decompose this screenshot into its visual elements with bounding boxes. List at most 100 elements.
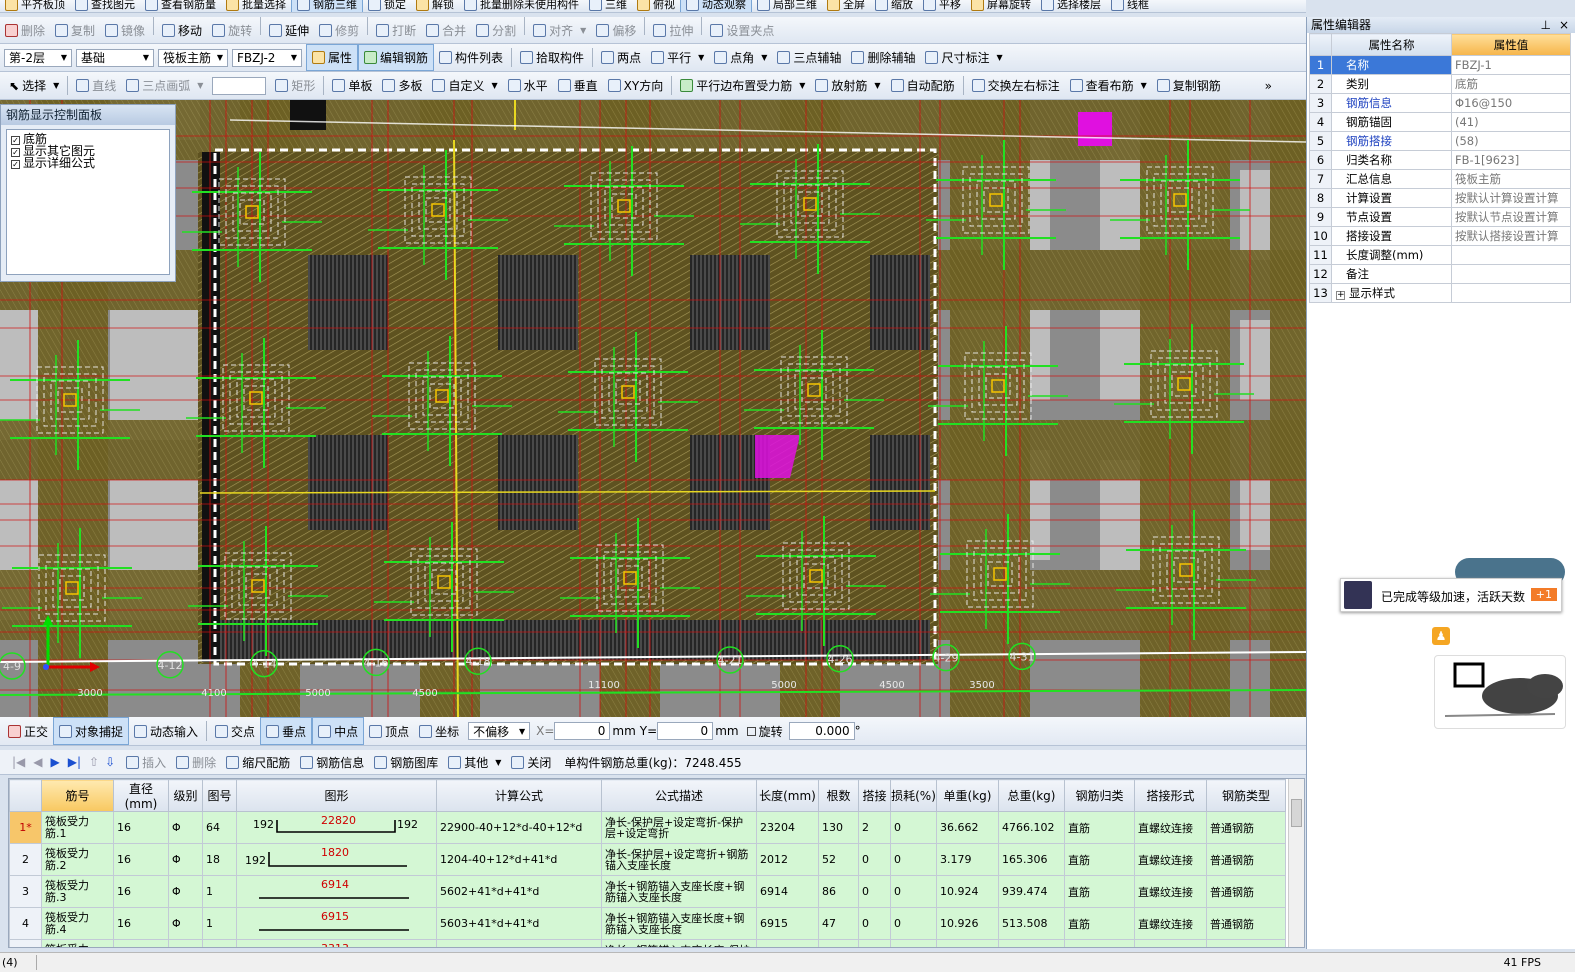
draw-tool-14-button[interactable]: 复制钢筋	[1152, 72, 1226, 99]
edit-tool-2-button[interactable]: 镜像	[100, 17, 150, 43]
snap-3-button[interactable]: 交点	[210, 717, 260, 745]
edit-tool-8-button[interactable]: 合并	[421, 17, 471, 43]
property-row[interactable]: 6 归类名称 FB-1[9623]	[1309, 150, 1571, 170]
cell-formula[interactable]: 22900-40+12*d-40+12*d	[436, 811, 602, 844]
cell-desc[interactable]: 净长+钢筋锚入支座长度+钢筋锚入支座长度	[601, 907, 757, 940]
cell-cls[interactable]: 直筋	[1064, 875, 1135, 908]
view-tool-4-button[interactable]: 钢筋三维	[291, 0, 363, 12]
column-header[interactable]: 级别	[168, 779, 203, 812]
rebar-tool-2-button[interactable]: 缩尺配筋	[221, 750, 295, 774]
cell-grade[interactable]: Φ	[168, 907, 203, 940]
property-value[interactable]	[1451, 264, 1571, 284]
component-tool-0-button[interactable]: 属性	[306, 44, 359, 71]
component-tool-6-button[interactable]: 点角 ▼	[709, 44, 772, 71]
cell-count[interactable]: 52	[818, 843, 859, 876]
cell-type[interactable]: 普通钢筋	[1206, 843, 1286, 876]
column-header[interactable]: 图形	[236, 779, 437, 812]
cell-dia[interactable]: 16	[113, 939, 169, 947]
draw-tool-1-button[interactable]: 三点画弧 ▼	[121, 72, 208, 99]
property-row[interactable]: 1 名称 FBZJ-1	[1309, 55, 1571, 75]
type-select[interactable]: 筏板主筋 ▼	[158, 48, 228, 67]
expand-icon[interactable]: +	[1336, 291, 1345, 300]
snap-1-button[interactable]: 对象捕捉	[53, 717, 130, 745]
table-row[interactable]: 3 筏板受力筋.3 16 Φ 1 6914 5602+41*d+41*d 净长+钢筋锚入支座长…	[9, 875, 1286, 908]
component-tool-3-button[interactable]: 拾取构件	[515, 44, 589, 71]
view-tool-6-button[interactable]: 解锁	[411, 0, 459, 12]
column-header[interactable]: 钢筋类型	[1206, 779, 1286, 812]
cell-len[interactable]: 6914	[756, 875, 819, 908]
rotate-checkbox[interactable]	[746, 726, 756, 736]
cell-name[interactable]: 筏板受力筋.2	[41, 843, 114, 876]
offset-select[interactable]: 不偏移 ▼	[468, 722, 531, 740]
cell-len[interactable]: 6915	[756, 907, 819, 940]
column-header[interactable]: 图号	[202, 779, 237, 812]
last-record-icon[interactable]: ▶|	[68, 755, 81, 769]
cell-name[interactable]: 筏板受力筋.5	[41, 939, 114, 947]
cell-lap[interactable]: 0	[858, 939, 891, 947]
table-scrollbar[interactable]	[1288, 779, 1304, 947]
view-tool-15-button[interactable]: 屏幕旋转	[966, 0, 1036, 12]
column-header[interactable]: 单重(kg)	[936, 779, 999, 812]
view-tool-16-button[interactable]: 选择楼层	[1036, 0, 1106, 12]
cell-formula[interactable]: 5603+41*d+41*d	[436, 907, 602, 940]
cell-count[interactable]: 47	[818, 907, 859, 940]
property-value[interactable]: FBZJ-1	[1451, 55, 1571, 75]
floor-select[interactable]: 第-2层 ▼	[4, 48, 72, 67]
cell-unit_w[interactable]: 36.662	[936, 811, 999, 844]
y-input[interactable]: 0	[657, 722, 714, 740]
checkbox-icon[interactable]: ✓	[11, 148, 20, 157]
snap-0-button[interactable]: 正交	[3, 717, 53, 745]
cell-formula[interactable]: 2697+41*d-40+12*d	[436, 939, 602, 947]
cad-drawing[interactable]: 4-9 4-12 4-14 4-16 4-18 4-21 4-26 4-29 4-31 3000…	[0, 100, 1306, 717]
draw-tool-4-button[interactable]: 多板	[377, 72, 427, 99]
cell-loss[interactable]: 0	[890, 907, 937, 940]
property-value[interactable]: FB-1[9623]	[1451, 150, 1571, 170]
snap-2-button[interactable]: 动态输入	[129, 717, 203, 745]
snap-7-button[interactable]: 坐标	[414, 717, 464, 745]
edit-tool-3-button[interactable]: 移动	[157, 17, 207, 43]
cell-grade[interactable]: Φ	[168, 875, 203, 908]
cell-cls[interactable]: 直筋	[1064, 811, 1135, 844]
table-row[interactable]: 1* 筏板受力筋.1 16 Φ 64 22820 192 192 22900-40+12*d-4…	[9, 811, 1286, 844]
option-show-formula[interactable]: ✓ 显示详细公式	[11, 157, 165, 169]
drawing-canvas[interactable]: 4-9 4-12 4-14 4-16 4-18 4-21 4-26 4-29 4-31 3000…	[0, 100, 1306, 717]
edit-tool-7-button[interactable]: 打断	[371, 17, 421, 43]
property-value[interactable]: (58)	[1451, 131, 1571, 151]
cell-unit_w[interactable]: 10.924	[936, 875, 999, 908]
cell-cls[interactable]: 直筋	[1064, 907, 1135, 940]
snap-5-button[interactable]: 中点	[312, 717, 365, 745]
cell-dia[interactable]: 16	[113, 907, 169, 940]
component-tool-5-button[interactable]: 平行 ▼	[646, 44, 709, 71]
cell-count[interactable]: 130	[818, 811, 859, 844]
close-icon[interactable]: ×	[1559, 17, 1569, 33]
cell-fig[interactable]: 1	[202, 907, 237, 940]
component-tool-7-button[interactable]: 三点辅轴	[772, 44, 846, 71]
notification-popup[interactable]: 已完成等级加速，活跃天数 +1	[1340, 578, 1562, 612]
view-tool-0-button[interactable]: 平齐板顶	[0, 0, 70, 12]
column-header[interactable]: 总重(kg)	[998, 779, 1065, 812]
edit-tool-6-button[interactable]: 修剪	[314, 17, 364, 43]
draw-tool-6-button[interactable]: 水平	[503, 72, 553, 99]
property-value[interactable]: 底筋	[1451, 74, 1571, 94]
snap-6-button[interactable]: 顶点	[364, 717, 414, 745]
draw-tool-9-button[interactable]: 平行边布置受力筋 ▼	[675, 72, 810, 99]
cell-name[interactable]: 筏板受力筋.4	[41, 907, 114, 940]
property-row[interactable]: 2 类别 底筋	[1309, 74, 1571, 94]
property-row[interactable]: 13 + 显示样式	[1309, 283, 1571, 303]
rebar-tool-1-button[interactable]: 删除	[171, 750, 221, 774]
property-value[interactable]	[1451, 245, 1571, 265]
table-row[interactable]: 4 筏板受力筋.4 16 Φ 1 6915 5603+41*d+41*d 净长+钢筋锚入支座长…	[9, 907, 1286, 940]
cell-total_w[interactable]: 193.827	[998, 939, 1065, 947]
cell-cls[interactable]: 直筋	[1064, 939, 1135, 947]
cell-formula[interactable]: 1204-40+12*d+41*d	[436, 843, 602, 876]
property-row[interactable]: 7 汇总信息 筏板主筋	[1309, 169, 1571, 189]
user-icon[interactable]: ♟	[1432, 627, 1450, 645]
table-row[interactable]: 5筏板受力筋.516Φ60133131922697+41*d-40+12*d净长…	[9, 939, 1286, 947]
name-select[interactable]: FBZJ-2 ▼	[232, 48, 302, 67]
view-tool-3-button[interactable]: 批量选择	[221, 0, 291, 12]
property-row[interactable]: 5 钢筋搭接 (58)	[1309, 131, 1571, 151]
edit-tool-1-button[interactable]: 复制	[50, 17, 100, 43]
rebar-tool-6-button[interactable]: 关闭	[506, 750, 556, 774]
x-input[interactable]: 0	[554, 722, 611, 740]
column-header[interactable]: 长度(mm)	[756, 779, 819, 812]
